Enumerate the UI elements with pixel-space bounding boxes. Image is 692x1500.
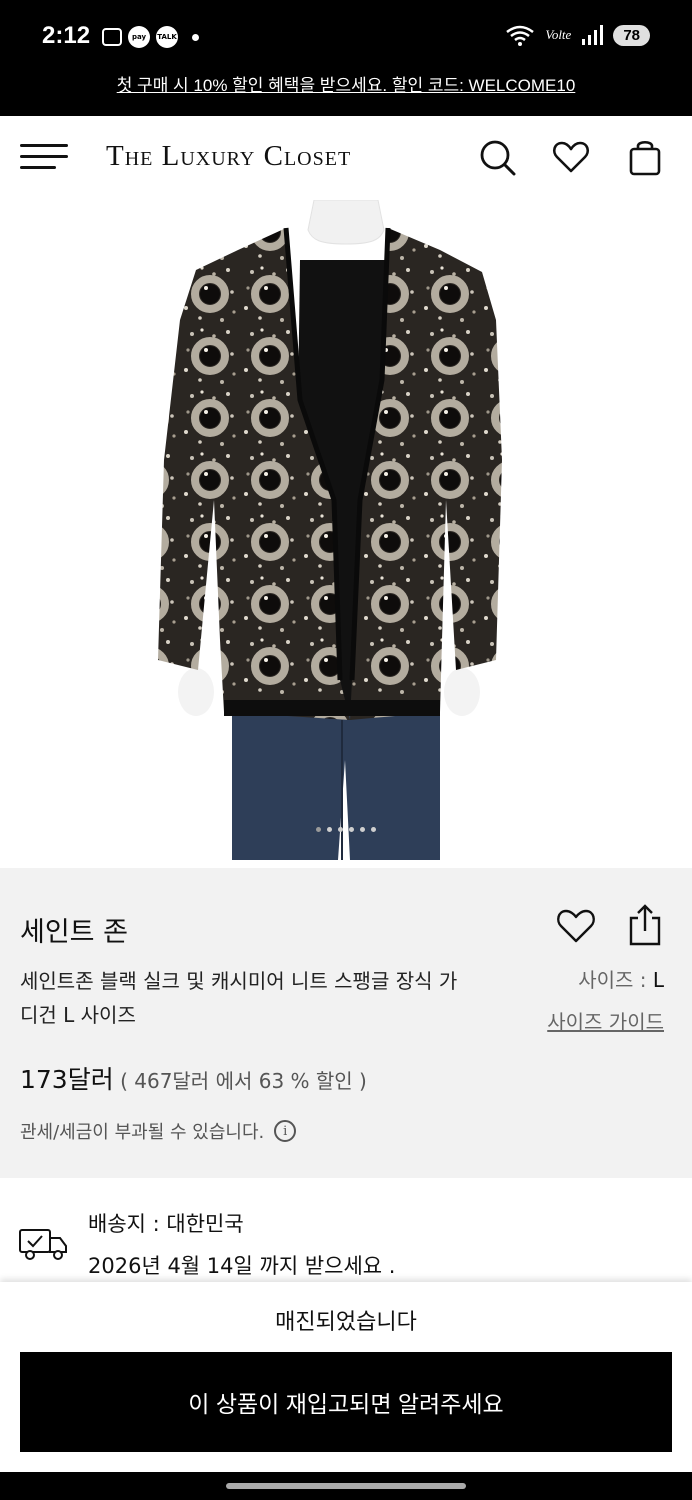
size-indicator: 사이즈 : L bbox=[578, 964, 664, 993]
talk-icon: TALK bbox=[156, 26, 178, 48]
home-gesture-handle[interactable] bbox=[226, 1483, 466, 1489]
gallery-dot[interactable] bbox=[371, 827, 376, 832]
menu-icon[interactable] bbox=[20, 142, 68, 172]
size-label: 사이즈 : bbox=[578, 968, 653, 992]
status-time: 2:12 bbox=[42, 22, 91, 49]
size-value: L bbox=[652, 968, 664, 992]
gallery-dot[interactable] bbox=[316, 827, 321, 832]
gallery-dots[interactable] bbox=[0, 827, 692, 832]
gallery-dot[interactable] bbox=[327, 827, 332, 832]
info-icon[interactable]: i bbox=[274, 1120, 297, 1142]
screenshot-icon bbox=[102, 28, 122, 46]
duties-text: 관세/세금이 부과될 수 있습니다. bbox=[20, 1122, 265, 1143]
original-price-discount: ( 467달러 에서 63 % 할인 ) bbox=[120, 1069, 367, 1093]
wifi-icon bbox=[506, 25, 535, 46]
product-info-panel: 세인트 존 세인트존 블랙 실크 및 캐시미어 니트 스팽글 장식 가디건 L … bbox=[0, 868, 692, 1178]
site-header: The Luxury Closet bbox=[0, 116, 692, 200]
more-dot-icon bbox=[192, 33, 199, 41]
status-notification-icons: pay TALK bbox=[102, 26, 199, 48]
status-system-icons: Volte 78 bbox=[505, 24, 650, 46]
shipping-destination: 배송지 : 대한민국 bbox=[88, 1212, 244, 1236]
search-icon[interactable] bbox=[478, 138, 516, 176]
product-image-gallery[interactable] bbox=[0, 200, 692, 868]
favorite-heart-icon[interactable] bbox=[556, 908, 596, 944]
pay-icon: pay bbox=[128, 26, 150, 48]
gallery-dot[interactable] bbox=[349, 827, 354, 832]
shopping-bag-icon[interactable] bbox=[626, 138, 664, 176]
sold-out-label: 매진되었습니다 bbox=[275, 1310, 417, 1335]
share-icon[interactable] bbox=[628, 904, 662, 946]
price-row: 173달러 ( 467달러 에서 63 % 할인 ) bbox=[20, 1060, 367, 1096]
site-logo[interactable]: The Luxury Closet bbox=[106, 140, 351, 173]
shipping-info: 배송지 : 대한민국 2026년 4월 14일 까지 받으세요 . bbox=[0, 1178, 692, 1282]
notify-restock-button[interactable]: 이 상품이 재입고되면 알려주세요 bbox=[20, 1352, 672, 1452]
wishlist-heart-icon[interactable] bbox=[552, 138, 590, 176]
status-bar: 2:12 pay TALK Volte 78 bbox=[0, 0, 692, 70]
promo-banner[interactable]: 첫 구매 시 10% 할인 혜택을 받으세요. 할인 코드: WELCOME10 bbox=[0, 70, 692, 116]
size-guide-link[interactable]: 사이즈 가이드 bbox=[547, 1006, 664, 1035]
battery-indicator: 78 bbox=[613, 24, 650, 46]
delivery-estimate: 2026년 4월 14일 까지 받으세요 . bbox=[88, 1254, 396, 1278]
product-brand[interactable]: 세인트 존 bbox=[20, 910, 128, 949]
sale-price: 173달러 bbox=[20, 1065, 114, 1094]
product-image bbox=[158, 200, 502, 860]
delivery-truck-icon bbox=[19, 1229, 67, 1260]
gallery-dot[interactable] bbox=[360, 827, 365, 832]
system-nav-bar bbox=[0, 1472, 692, 1500]
bottom-action-panel: 매진되었습니다 이 상품이 재입고되면 알려주세요 bbox=[0, 1282, 692, 1472]
product-title: 세인트존 블랙 실크 및 캐시미어 니트 스팽글 장식 가디건 L 사이즈 bbox=[20, 969, 458, 1027]
signal-icon bbox=[582, 25, 604, 45]
duties-note: 관세/세금이 부과될 수 있습니다. i bbox=[20, 1118, 297, 1144]
volte-indicator: Volte bbox=[545, 27, 572, 42]
gallery-dot[interactable] bbox=[338, 827, 343, 832]
